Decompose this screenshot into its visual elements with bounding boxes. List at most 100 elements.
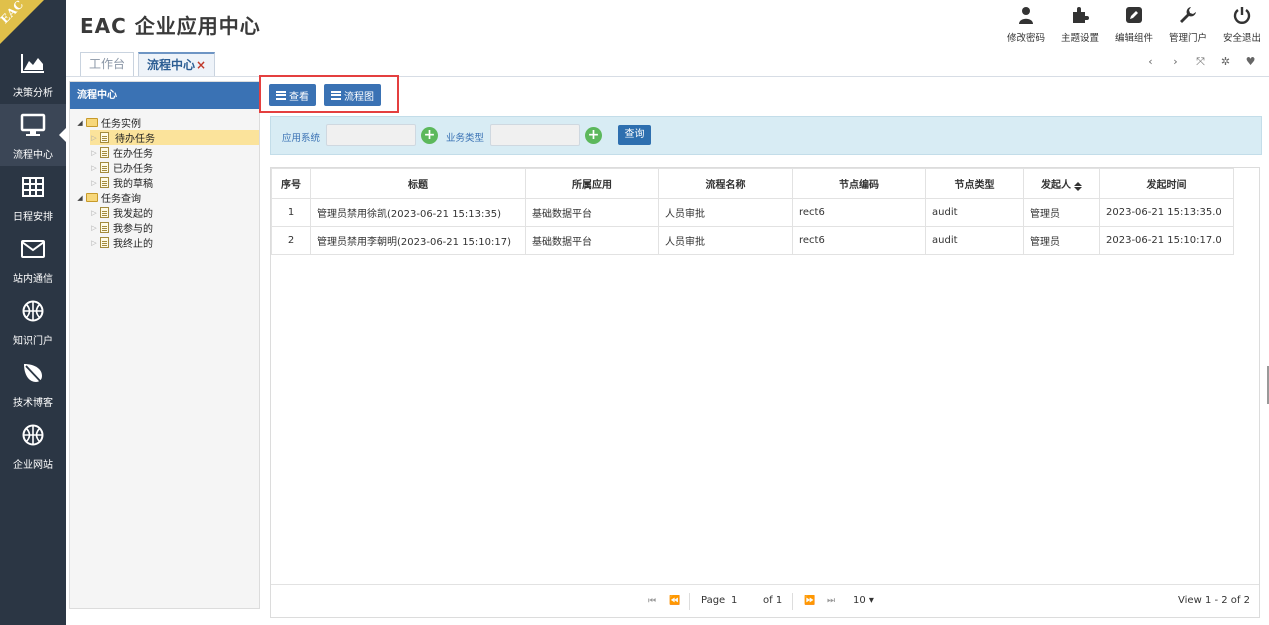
manage-portal-button[interactable]: 管理门户 xyxy=(1161,4,1215,44)
nav-item-decision-analysis[interactable]: 决策分析 xyxy=(0,42,66,104)
envelope-icon xyxy=(20,236,46,262)
file-icon xyxy=(100,132,109,143)
task-table: 序号 标题 所属应用 流程名称 节点编码 节点类型 发起人 发起时间 1 管理员… xyxy=(271,168,1234,255)
cell-start-time: 2023-06-21 15:10:17.0 xyxy=(1099,226,1234,255)
cell-node-code: rect6 xyxy=(792,226,926,255)
cell-app: 基础数据平台 xyxy=(525,198,659,227)
power-icon xyxy=(1232,4,1252,26)
tree-node-participated[interactable]: ▷ 我参与的 xyxy=(70,220,259,235)
tree-node-in-progress-tasks[interactable]: ▷ 在办任务 xyxy=(70,145,259,160)
task-grid: 序号 标题 所属应用 流程名称 节点编码 节点类型 发起人 发起时间 1 管理员… xyxy=(270,167,1260,618)
nav-item-knowledge-portal[interactable]: 知识门户 xyxy=(0,290,66,352)
app-title: EAC 企业应用中心 xyxy=(80,14,261,38)
query-button[interactable]: 查询 xyxy=(618,125,651,145)
file-icon xyxy=(100,162,109,173)
process-tree: ◢ 任务实例 ▷ 待办任务 ▷ 在办任务 ▷ 已办任务 ▷ 我的草稿 ◢ 任务查… xyxy=(70,109,259,250)
close-icon[interactable]: × xyxy=(196,58,206,72)
top-actions: 修改密码 主题设置 编辑组件 管理门户 安全退出 xyxy=(999,4,1269,44)
list-icon xyxy=(276,90,286,100)
tab-process-center[interactable]: 流程中心× xyxy=(138,52,216,76)
cell-node-type: audit xyxy=(925,226,1024,255)
table-row[interactable]: 1 管理员禁用徐凯(2023-06-21 15:13:35) 基础数据平台 人员… xyxy=(271,198,1234,227)
gear-icon[interactable]: ✲ xyxy=(1213,55,1238,69)
header-divider xyxy=(66,76,1269,77)
file-icon xyxy=(100,147,109,158)
folder-icon xyxy=(86,193,98,202)
expand-icon: ▷ xyxy=(91,163,97,172)
monitor-icon xyxy=(20,112,46,138)
table-row[interactable]: 2 管理员禁用李朝明(2023-06-21 15:10:17) 基础数据平台 人… xyxy=(271,226,1234,255)
nav-item-schedule[interactable]: 日程安排 xyxy=(0,166,66,228)
col-header-process-name[interactable]: 流程名称 xyxy=(658,168,793,199)
active-indicator xyxy=(59,128,66,142)
sort-icon[interactable] xyxy=(1074,182,1082,191)
collapse-icon[interactable]: ◢ xyxy=(76,119,84,127)
business-type-input[interactable] xyxy=(490,124,580,146)
file-icon xyxy=(100,222,109,233)
chevron-down-icon: ▾ xyxy=(868,595,874,606)
col-header-app[interactable]: 所属应用 xyxy=(525,168,659,199)
col-header-title[interactable]: 标题 xyxy=(310,168,526,199)
expand-icon: ▷ xyxy=(91,208,97,217)
tree-node-task-instances[interactable]: ◢ 任务实例 xyxy=(70,115,259,130)
tab-tools: ‹ › ⤧ ✲ ♥ xyxy=(1138,55,1263,69)
nav-item-company-site[interactable]: 企业网站 xyxy=(0,414,66,476)
scroll-right-icon[interactable]: › xyxy=(1163,55,1188,69)
cell-start-time: 2023-06-21 15:13:35.0 xyxy=(1099,198,1234,227)
add-app-system-icon[interactable]: + xyxy=(421,127,438,144)
pager-divider xyxy=(792,593,793,610)
expand-icon: ▷ xyxy=(91,148,97,157)
file-icon xyxy=(100,237,109,248)
cell-initiator: 管理员 xyxy=(1023,198,1100,227)
tree-node-pending-tasks[interactable]: ▷ 待办任务 xyxy=(70,130,259,145)
table-icon xyxy=(20,174,46,200)
theme-settings-button[interactable]: 主题设置 xyxy=(1053,4,1107,44)
page-size-select[interactable]: 10 ▾ xyxy=(853,595,874,606)
expand-icon: ▷ xyxy=(91,178,97,187)
page-number-input[interactable]: 1 xyxy=(731,595,737,606)
pager-divider xyxy=(689,593,690,610)
scroll-left-icon[interactable]: ‹ xyxy=(1138,55,1163,69)
tab-workbench[interactable]: 工作台 xyxy=(80,52,135,76)
app-system-label: 应用系统 xyxy=(282,133,321,144)
tree-node-done-tasks[interactable]: ▷ 已办任务 xyxy=(70,160,259,175)
nav-item-tech-blog[interactable]: 技术博客 xyxy=(0,352,66,414)
basketball-icon xyxy=(20,422,46,448)
expand-icon: ▷ xyxy=(91,238,97,247)
tree-node-terminated-by-me[interactable]: ▷ 我终止的 xyxy=(70,235,259,250)
add-business-type-icon[interactable]: + xyxy=(585,127,602,144)
edit-icon xyxy=(1124,4,1144,26)
expand-icon: ▷ xyxy=(91,223,97,232)
heart-icon[interactable]: ♥ xyxy=(1238,55,1263,69)
fullscreen-icon[interactable]: ⤧ xyxy=(1188,55,1213,69)
tree-node-initiated-by-me[interactable]: ▷ 我发起的 xyxy=(70,205,259,220)
flowchart-button[interactable]: 流程图 xyxy=(324,84,381,106)
tree-node-drafts[interactable]: ▷ 我的草稿 xyxy=(70,175,259,190)
prev-page-icon[interactable]: ⏪ xyxy=(669,596,680,606)
nav-item-process-center[interactable]: 流程中心 xyxy=(0,104,66,166)
tree-panel: 流程中心 ◢ 任务实例 ▷ 待办任务 ▷ 在办任务 ▷ 已办任务 ▷ 我的草稿 … xyxy=(69,81,260,609)
edit-components-button[interactable]: 编辑组件 xyxy=(1107,4,1161,44)
change-password-button[interactable]: 修改密码 xyxy=(999,4,1053,44)
cell-process-name: 人员审批 xyxy=(658,198,793,227)
list-icon xyxy=(331,90,341,100)
col-header-node-type[interactable]: 节点类型 xyxy=(925,168,1024,199)
tree-node-task-query[interactable]: ◢ 任务查询 xyxy=(70,190,259,205)
file-icon xyxy=(100,177,109,188)
col-header-node-code[interactable]: 节点编码 xyxy=(792,168,926,199)
cell-node-type: audit xyxy=(925,198,1024,227)
left-sidebar: EAC 决策分析 流程中心 日程安排 站内通信 知识门户 技术博客 企业网站 xyxy=(0,0,66,625)
view-range-text: View 1 - 2 of 2 xyxy=(1178,595,1250,606)
app-system-input[interactable] xyxy=(326,124,416,146)
col-header-initiator[interactable]: 发起人 xyxy=(1023,168,1100,199)
next-page-icon[interactable]: ⏩ xyxy=(804,596,815,606)
view-button[interactable]: 查看 xyxy=(269,84,316,106)
col-header-index[interactable]: 序号 xyxy=(271,168,311,199)
logout-button[interactable]: 安全退出 xyxy=(1215,4,1269,44)
nav-item-messages[interactable]: 站内通信 xyxy=(0,228,66,290)
tab-bar: 工作台 流程中心× xyxy=(80,52,219,76)
first-page-icon[interactable]: ⏮ xyxy=(648,596,656,606)
collapse-icon[interactable]: ◢ xyxy=(76,194,84,202)
col-header-start-time[interactable]: 发起时间 xyxy=(1099,168,1234,199)
last-page-icon[interactable]: ⏭ xyxy=(827,596,835,606)
